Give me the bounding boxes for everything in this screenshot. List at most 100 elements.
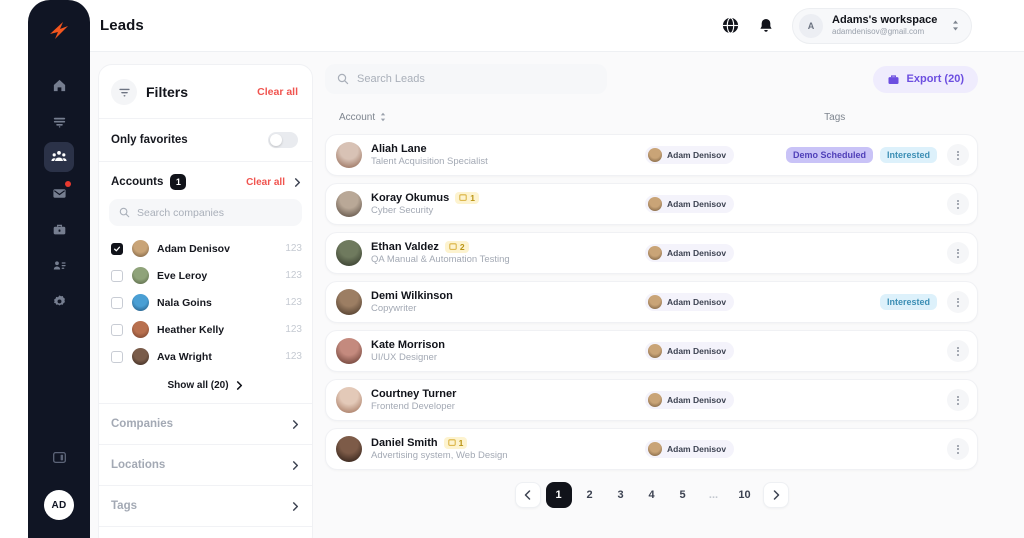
lead-info: Koray Okumus 1 Cyber Security [371, 192, 621, 216]
status-badge[interactable]: Interested [879, 147, 937, 163]
list-item[interactable]: Eve Leroy 123 [111, 262, 302, 289]
status-badge[interactable]: Demo Scheduled [785, 147, 873, 163]
owner-name: Adam Denisov [667, 199, 727, 209]
search-icon [337, 73, 349, 85]
row-menu-button[interactable] [947, 389, 969, 411]
note-icon [447, 439, 456, 446]
pagination-next-button[interactable] [762, 482, 789, 508]
workspace-email: adamdenisov@gmail.com [832, 27, 925, 37]
filter-section-companies[interactable]: Companies [99, 403, 312, 444]
pagination-prev-button[interactable] [514, 482, 541, 508]
lead-owner-chip[interactable]: Adam Denisov [645, 146, 735, 164]
row-menu-button[interactable] [947, 193, 969, 215]
accounts-expand-chevron[interactable] [293, 177, 302, 187]
status-badge[interactable]: Interested [879, 294, 937, 310]
lead-avatar [336, 436, 362, 462]
lead-role: QA Manual & Automation Testing [371, 254, 510, 265]
sidebar-item-dashboard[interactable] [44, 106, 74, 136]
table-row[interactable]: Kate Morrison UI/UX Designer Adam Deniso… [325, 330, 978, 372]
filters-clear-all-button[interactable]: Clear all [257, 86, 298, 98]
lead-owner-chip[interactable]: Adam Denisov [645, 342, 735, 360]
table-row[interactable]: Ethan Valdez 2 QA Manual & Automation Te… [325, 232, 978, 274]
only-favorites-toggle[interactable] [268, 132, 298, 148]
chevron-updown-icon[interactable] [950, 19, 961, 32]
table-row[interactable]: Demi Wilkinson Copywriter Adam Denisov I… [325, 281, 978, 323]
lead-owner-chip[interactable]: Adam Denisov [645, 440, 735, 458]
sidebar-item-jobs[interactable] [44, 214, 74, 244]
lead-tags: Interested [879, 294, 937, 310]
lead-owner-chip[interactable]: Adam Denisov [645, 244, 735, 262]
lead-info: Demi Wilkinson Copywriter [371, 290, 621, 314]
lead-owner-chip[interactable]: Adam Denisov [645, 195, 735, 213]
owner-avatar [648, 442, 662, 456]
pagination-page-4[interactable]: 4 [639, 482, 665, 508]
account-checkbox[interactable] [111, 296, 123, 309]
row-menu-button[interactable] [947, 438, 969, 460]
table-row[interactable]: Aliah Lane Talent Acquisition Specialist… [325, 134, 978, 176]
column-header-account[interactable]: Account [339, 112, 387, 123]
row-menu-button[interactable] [947, 242, 969, 264]
pagination-page-2[interactable]: 2 [577, 482, 603, 508]
account-count: 123 [285, 270, 302, 281]
show-all-accounts-button[interactable]: Show all (20) [99, 370, 312, 403]
row-menu-button[interactable] [947, 144, 969, 166]
note-count-badge[interactable]: 2 [444, 241, 469, 253]
list-item[interactable]: Heather Kelly 123 [111, 316, 302, 343]
owner-avatar [648, 246, 662, 260]
list-item[interactable]: Nala Goins 123 [111, 289, 302, 316]
account-count: 123 [285, 324, 302, 335]
lead-name: Daniel Smith [371, 437, 438, 449]
lead-owner-chip[interactable]: Adam Denisov [645, 391, 735, 409]
export-button[interactable]: Export (20) [872, 65, 978, 93]
sidebar-item-home[interactable] [44, 70, 74, 100]
row-menu-button[interactable] [947, 340, 969, 362]
sidebar-item-settings[interactable] [44, 286, 74, 316]
account-checkbox[interactable] [111, 323, 123, 336]
table-row[interactable]: Koray Okumus 1 Cyber Security Adam Denis… [325, 183, 978, 225]
list-item[interactable]: Ava Wright 123 [111, 343, 302, 370]
help-circle-icon[interactable] [720, 16, 740, 36]
search-icon [119, 207, 130, 218]
lead-avatar [336, 338, 362, 364]
account-checkbox[interactable] [111, 242, 123, 255]
lead-avatar [336, 387, 362, 413]
pagination-page-1[interactable]: 1 [545, 482, 572, 508]
pagination-page-3[interactable]: 3 [608, 482, 634, 508]
lightning-bolt-logo[interactable] [42, 14, 76, 48]
list-item[interactable]: Adam Denisov 123 [111, 235, 302, 262]
note-count-badge[interactable]: 1 [443, 437, 468, 449]
lead-info: Aliah Lane Talent Acquisition Specialist [371, 143, 621, 167]
page-left-margin [0, 0, 28, 538]
account-checkbox[interactable] [111, 269, 123, 282]
table-row[interactable]: Courtney Turner Frontend Developer Adam … [325, 379, 978, 421]
sidebar-item-inbox[interactable] [44, 178, 74, 208]
sidebar-panel-toggle[interactable] [44, 442, 74, 472]
row-menu-button[interactable] [947, 291, 969, 313]
avatar[interactable]: AD [44, 490, 74, 520]
bell-icon[interactable] [756, 16, 776, 36]
filter-section-tags[interactable]: Tags [99, 485, 312, 526]
search-companies-input[interactable]: Search companies [109, 199, 302, 226]
note-count-badge[interactable]: 1 [455, 192, 479, 204]
filter-section-education[interactable]: Education [99, 526, 312, 538]
pagination-ellipsis: ... [708, 489, 719, 501]
sidebar-nav [44, 70, 74, 316]
sidebar-item-contacts[interactable] [44, 250, 74, 280]
accounts-clear-all-button[interactable]: Clear all [246, 177, 285, 188]
sidebar-item-leads[interactable] [44, 142, 74, 172]
owner-avatar [648, 344, 662, 358]
accounts-count-badge: 1 [170, 174, 187, 190]
table-row[interactable]: Daniel Smith 1 Advertising system, Web D… [325, 428, 978, 470]
lead-info: Kate Morrison UI/UX Designer [371, 339, 621, 363]
pagination-page-10[interactable]: 10 [732, 482, 758, 508]
lead-owner-chip[interactable]: Adam Denisov [645, 293, 735, 311]
search-input[interactable]: Search Leads [325, 64, 607, 94]
gear-icon [53, 294, 65, 305]
only-favorites-row: Only favorites [99, 119, 312, 162]
filter-section-locations[interactable]: Locations [99, 444, 312, 485]
workspace-switcher[interactable]: A Adams's workspace adamdenisov@gmail.co… [792, 7, 972, 44]
pagination-page-5[interactable]: 5 [670, 482, 696, 508]
account-avatar [132, 240, 149, 257]
search-companies-placeholder: Search companies [137, 206, 224, 219]
account-checkbox[interactable] [111, 350, 123, 363]
